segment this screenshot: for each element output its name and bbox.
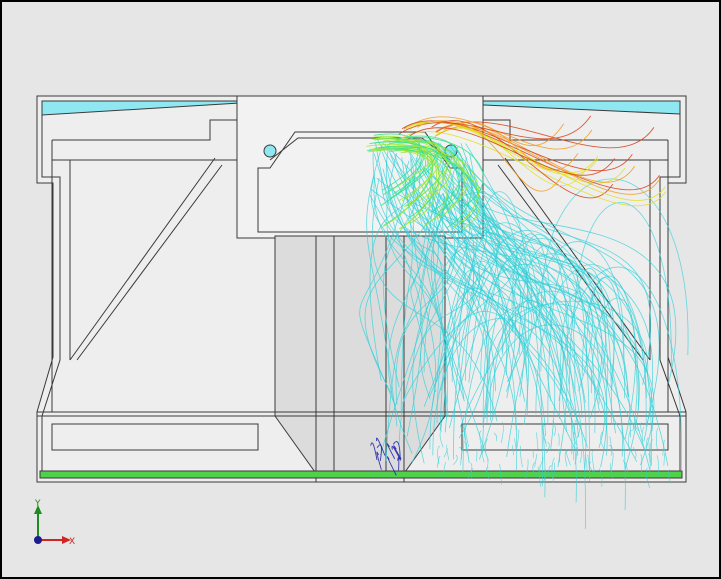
x-axis-label: X bbox=[69, 537, 75, 547]
y-axis-label: Y bbox=[34, 499, 41, 509]
seal-left bbox=[263, 144, 277, 158]
triad-origin bbox=[34, 536, 42, 544]
outlet-floor bbox=[39, 470, 683, 479]
graphics-viewport[interactable]: Y X bbox=[0, 0, 721, 579]
housing-model[interactable] bbox=[36, 95, 687, 483]
central-nozzle bbox=[274, 235, 446, 473]
